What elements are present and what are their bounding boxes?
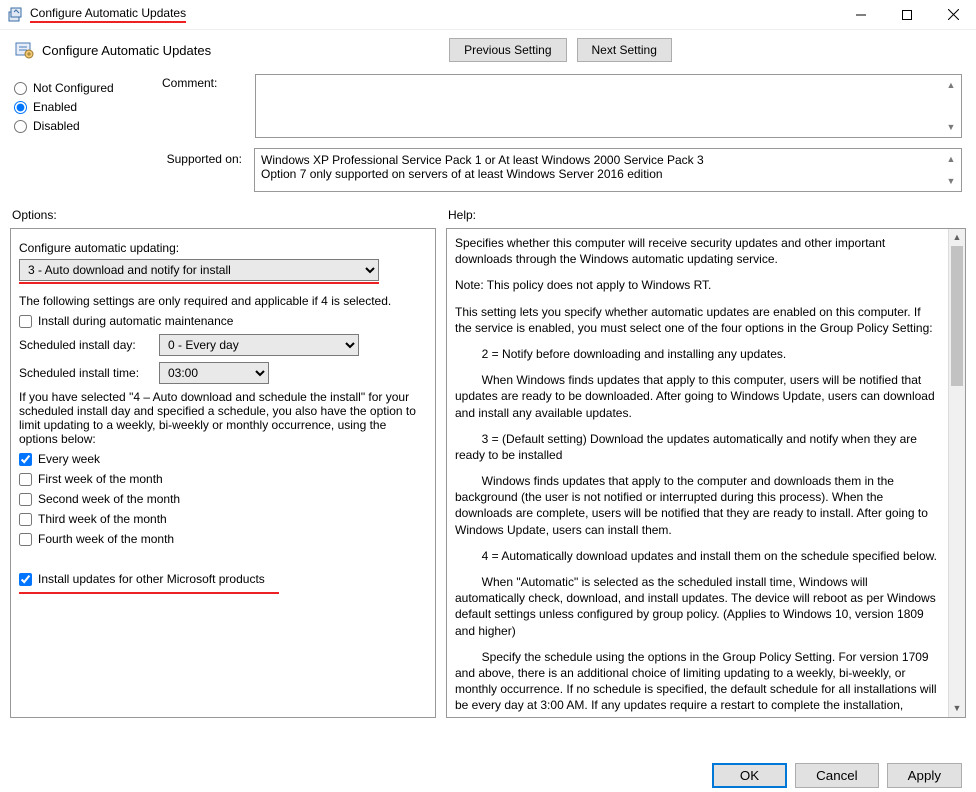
dialog-buttons: OK Cancel Apply [712,763,962,788]
checkbox-second-week-label: Second week of the month [38,492,180,506]
ok-button[interactable]: OK [712,763,787,788]
close-button[interactable] [930,0,976,30]
scroll-up-icon: ▲ [943,151,959,167]
radio-not-configured[interactable] [14,82,27,95]
options-note: The following settings are only required… [19,294,427,308]
cancel-button[interactable]: Cancel [795,763,879,788]
scheduled-time-label: Scheduled install time: [19,366,151,380]
help-scrollbar[interactable]: ▲ ▼ [948,229,965,717]
minimize-button[interactable] [838,0,884,30]
radio-not-configured-label: Not Configured [33,81,114,95]
scroll-down-icon: ▼ [943,119,959,135]
checkbox-fourth-week-label: Fourth week of the month [38,532,174,546]
header-row: Configure Automatic Updates Previous Set… [0,30,976,74]
scheduled-time-select[interactable]: 03:00 [159,362,269,384]
scroll-up-icon[interactable]: ▲ [949,229,965,246]
help-p4: 2 = Notify before downloading and instal… [455,346,939,362]
help-panel: Specifies whether this computer will rec… [446,228,966,718]
titlebar: Configure Automatic Updates [0,0,976,30]
radio-enabled[interactable] [14,101,27,114]
help-p7: Windows finds updates that apply to the … [455,473,939,538]
window-controls [838,0,976,30]
scroll-thumb[interactable] [951,246,963,386]
scroll-up-icon: ▲ [943,77,959,93]
window-title: Configure Automatic Updates [30,6,186,23]
checkbox-every-week-label: Every week [38,452,100,466]
options-panel: Configure automatic updating: 3 - Auto d… [10,228,436,718]
supported-on-value: Windows XP Professional Service Pack 1 o… [254,148,962,192]
maximize-button[interactable] [884,0,930,30]
checkbox-first-week[interactable] [19,473,32,486]
help-p9: When "Automatic" is selected as the sche… [455,574,939,639]
apply-button[interactable]: Apply [887,763,962,788]
scroll-down-icon: ▼ [943,173,959,189]
help-p10: Specify the schedule using the options i… [455,649,939,718]
checkbox-third-week[interactable] [19,513,32,526]
checkbox-install-maintenance-label: Install during automatic maintenance [38,314,233,328]
radio-enabled-label: Enabled [33,100,77,114]
state-radio-group: Not Configured Enabled Disabled [14,74,134,138]
radio-disabled[interactable] [14,120,27,133]
scroll-down-icon[interactable]: ▼ [949,700,965,717]
help-p8: 4 = Automatically download updates and i… [455,548,939,564]
radio-disabled-label: Disabled [33,119,80,133]
help-p3: This setting lets you specify whether au… [455,304,939,336]
group-policy-editor-icon [8,7,24,23]
scheduled-day-label: Scheduled install day: [19,338,151,352]
supported-on-line2: Option 7 only supported on servers of at… [261,167,955,181]
schedule-note: If you have selected "4 – Auto download … [19,390,427,446]
checkbox-second-week[interactable] [19,493,32,506]
configure-updating-label: Configure automatic updating: [19,241,427,255]
checkbox-third-week-label: Third week of the month [38,512,167,526]
supported-on-label: Supported on: [14,148,242,192]
checkbox-every-week[interactable] [19,453,32,466]
checkbox-install-maintenance[interactable] [19,315,32,328]
policy-icon [14,40,34,60]
help-p5: When Windows finds updates that apply to… [455,372,939,421]
next-setting-button[interactable]: Next Setting [577,38,672,62]
checkbox-other-microsoft-products[interactable] [19,573,32,586]
comment-label: Comment: [162,74,247,138]
previous-setting-button[interactable]: Previous Setting [449,38,566,62]
help-heading: Help: [446,202,966,228]
supported-on-line1: Windows XP Professional Service Pack 1 o… [261,153,955,167]
scheduled-day-select[interactable]: 0 - Every day [159,334,359,356]
help-p2: Note: This policy does not apply to Wind… [455,277,939,293]
help-p1: Specifies whether this computer will rec… [455,235,939,267]
checkbox-fourth-week[interactable] [19,533,32,546]
policy-title: Configure Automatic Updates [42,43,211,58]
help-text: Specifies whether this computer will rec… [455,235,957,718]
comment-textarea[interactable]: ▲ ▼ [255,74,962,138]
checkbox-other-microsoft-products-label: Install updates for other Microsoft prod… [38,572,265,586]
configure-updating-select[interactable]: 3 - Auto download and notify for install [19,259,379,281]
checkbox-first-week-label: First week of the month [38,472,163,486]
help-p6: 3 = (Default setting) Download the updat… [455,431,939,463]
options-heading: Options: [10,202,436,228]
